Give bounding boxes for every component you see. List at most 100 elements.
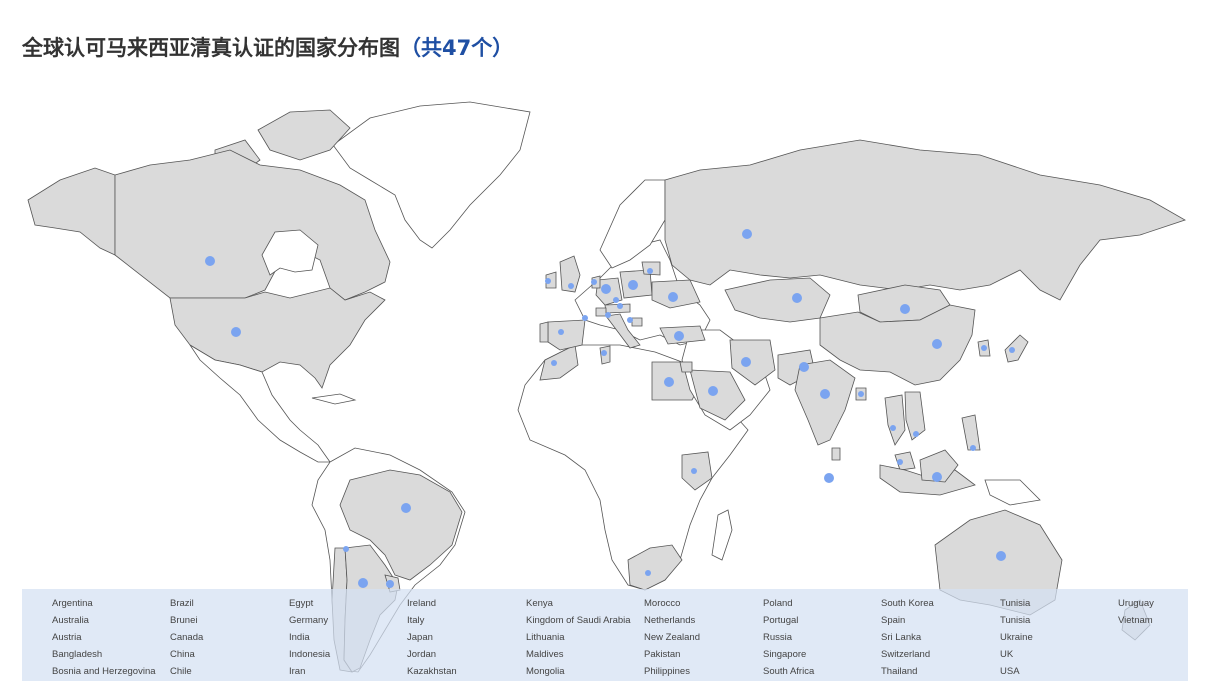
marker-japan bbox=[1009, 347, 1015, 353]
legend-country: Netherlands bbox=[644, 615, 696, 626]
canada bbox=[114, 149, 391, 301]
legend-country: Egypt bbox=[289, 598, 314, 609]
marker-austria bbox=[617, 303, 623, 309]
marker-south-africa bbox=[645, 570, 651, 576]
legend-country: India bbox=[289, 632, 310, 643]
legend-country: Russia bbox=[763, 632, 793, 643]
marker-kenya bbox=[691, 468, 697, 474]
marker-netherlands bbox=[591, 279, 597, 285]
legend-country: Kazakhstan bbox=[407, 666, 457, 677]
india bbox=[794, 359, 856, 446]
legend-column: Tunisia Tunisia Ukraine UK USA bbox=[1000, 595, 1033, 680]
marker-argentina bbox=[358, 578, 368, 588]
legend-country: South Korea bbox=[881, 598, 934, 609]
marker-italy bbox=[627, 317, 633, 323]
marker-china bbox=[932, 339, 942, 349]
marker-south-korea bbox=[981, 345, 987, 351]
usa bbox=[169, 287, 386, 389]
legend-country: Sri Lanka bbox=[881, 632, 922, 643]
legend-country: South Africa bbox=[763, 666, 815, 677]
legend-country: UK bbox=[1000, 649, 1014, 660]
legend-country: Germany bbox=[289, 615, 329, 626]
legend-country: Vietnam bbox=[1118, 615, 1153, 626]
marker-thailand bbox=[890, 425, 896, 431]
legend-country: Jordan bbox=[407, 649, 437, 660]
legend-country: Bangladesh bbox=[52, 649, 103, 660]
legend-column: South Korea Spain Sri Lanka Switzerland Thai… bbox=[881, 595, 934, 680]
legend-country: Kingdom of Saudi Arabia bbox=[526, 615, 631, 626]
legend-country: Ukraine bbox=[1000, 632, 1033, 643]
legend-country: Japan bbox=[407, 632, 433, 643]
switzerland bbox=[595, 307, 607, 317]
thailand bbox=[884, 394, 906, 446]
legend-column: Argentina Australia Austria Bangladesh Bosni… bbox=[52, 595, 156, 680]
portugal bbox=[539, 321, 549, 343]
legend-country: Tunisia bbox=[1000, 598, 1031, 609]
legend-country: New Zealand bbox=[644, 632, 700, 643]
legend-column: Kenya Kingdom of Saudi Arabia Lithuania Mal… bbox=[526, 595, 631, 680]
russia bbox=[664, 139, 1186, 301]
marker-saudi-arabia bbox=[708, 386, 718, 396]
legend-country: Morocco bbox=[644, 598, 681, 609]
legend-country: Maldives bbox=[526, 649, 564, 660]
marker-iran bbox=[741, 357, 751, 367]
legend-country: Austria bbox=[52, 632, 82, 643]
legend-country: Kenya bbox=[526, 598, 553, 609]
legend-country: Philippines bbox=[644, 666, 690, 677]
legend-country: Poland bbox=[763, 598, 793, 609]
legend-column: Brazil Brunei Canada China Chile bbox=[170, 595, 203, 680]
jordan bbox=[679, 361, 693, 373]
philippines bbox=[961, 414, 981, 451]
marker-bangladesh bbox=[858, 391, 864, 397]
marker-switzerland bbox=[605, 312, 611, 318]
legend-country: Uruguay bbox=[1118, 598, 1154, 609]
marker-uruguay bbox=[386, 580, 394, 588]
legend-country: Mongolia bbox=[526, 666, 565, 677]
legend-country: Brazil bbox=[170, 598, 194, 609]
legend-country: Indonesia bbox=[289, 649, 331, 660]
legend-country: Italy bbox=[407, 615, 425, 626]
marker-maldives bbox=[824, 473, 834, 483]
marker-morocco bbox=[551, 360, 557, 366]
legend-country: Ireland bbox=[407, 598, 437, 609]
marker-tunisia bbox=[601, 350, 607, 356]
legend-country: Argentina bbox=[52, 598, 93, 609]
marker-ukraine bbox=[668, 292, 678, 302]
legend-country: China bbox=[170, 649, 195, 660]
legend-country: Spain bbox=[881, 615, 906, 626]
marker-indonesia bbox=[932, 472, 942, 482]
legend-country: USA bbox=[1000, 666, 1020, 677]
legend-country: Canada bbox=[170, 632, 204, 643]
marker-philippines bbox=[970, 445, 976, 451]
legend-column: Ireland Italy Japan Jordan Kazakhstan bbox=[407, 595, 457, 680]
legend-country: Brunei bbox=[170, 615, 198, 626]
canada-islands bbox=[257, 109, 351, 161]
marker-egypt bbox=[664, 377, 674, 387]
marker-ireland bbox=[545, 278, 551, 284]
spain bbox=[547, 319, 586, 351]
legend-country: Thailand bbox=[881, 666, 918, 677]
marker-india bbox=[820, 389, 830, 399]
marker-lithuania bbox=[647, 268, 653, 274]
marker-bosnia bbox=[613, 297, 619, 303]
marker-germany bbox=[601, 284, 611, 294]
legend-country: Switzerland bbox=[881, 649, 931, 660]
legend-column: Morocco Netherlands New Zealand Pakistan Phi… bbox=[644, 595, 700, 680]
legend-country: Chile bbox=[170, 666, 192, 677]
sri-lanka bbox=[831, 447, 841, 461]
legend-country: Tunisia bbox=[1000, 615, 1031, 626]
legend-column: Egypt Germany India Indonesia Iran bbox=[289, 595, 330, 680]
alaska bbox=[27, 167, 116, 256]
legend-country: Australia bbox=[52, 615, 89, 626]
legend-column: Poland Portugal Russia Singapore South Afric… bbox=[763, 595, 814, 680]
marker-russia bbox=[742, 229, 752, 239]
legend-column: Uruguay Vietnam bbox=[1118, 595, 1154, 629]
legend-country: Pakistan bbox=[644, 649, 681, 660]
kazakhstan bbox=[724, 277, 831, 323]
marker-brazil bbox=[401, 503, 411, 513]
marker-spain bbox=[582, 315, 588, 321]
japan bbox=[1004, 334, 1029, 363]
legend-country: Portugal bbox=[763, 615, 799, 626]
marker-australia bbox=[996, 551, 1006, 561]
bosnia bbox=[631, 317, 643, 327]
